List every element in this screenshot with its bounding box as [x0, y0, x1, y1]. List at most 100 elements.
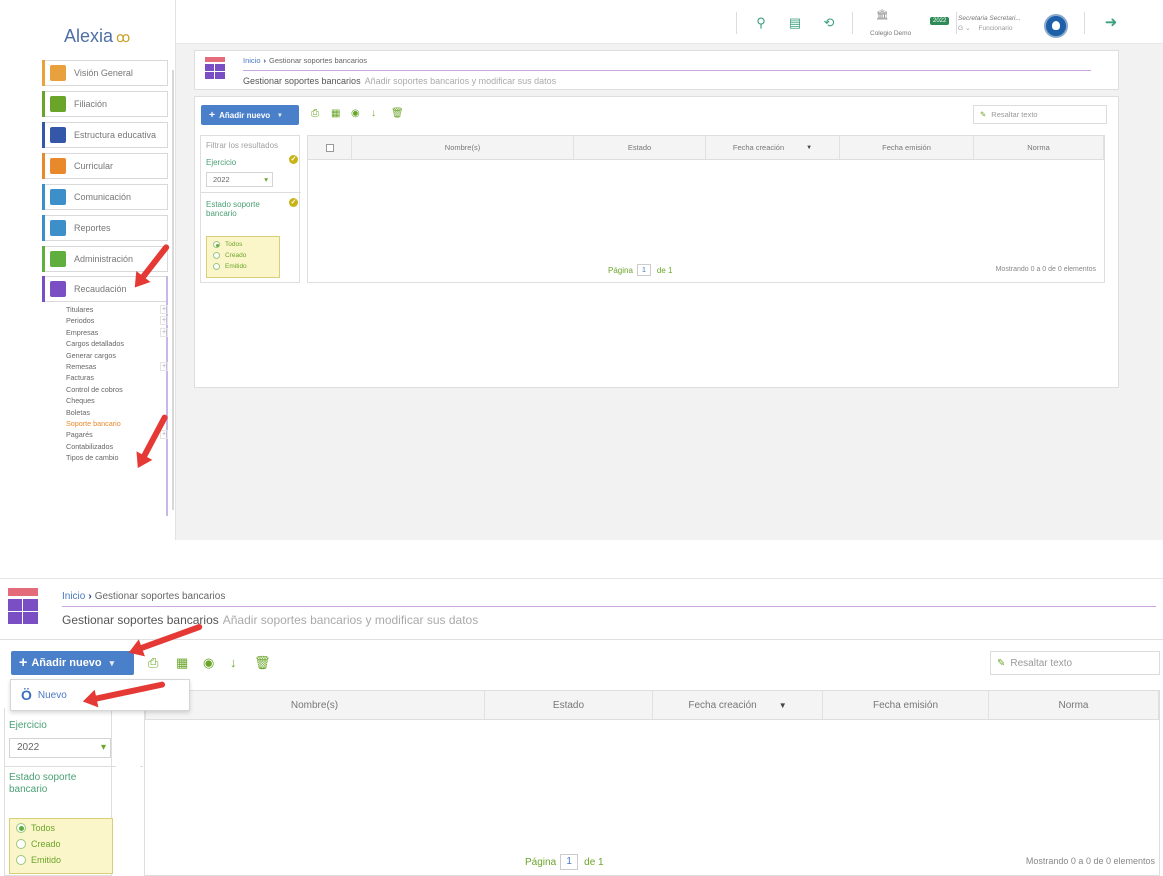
- column-header[interactable]: Norma: [989, 691, 1159, 719]
- sidebar-subitem[interactable]: Generar cargos: [66, 350, 168, 361]
- sidebar-subitem-label: Titulares: [66, 305, 94, 314]
- view-icon[interactable]: ◉: [351, 108, 360, 119]
- sidebar-subitem[interactable]: Cargos detallados: [66, 338, 168, 349]
- radio-icon[interactable]: [213, 241, 220, 248]
- expand-icon[interactable]: +: [160, 305, 168, 314]
- sort-desc-icon[interactable]: ▼: [779, 701, 787, 710]
- column-header[interactable]: Estado: [574, 136, 706, 159]
- filter-input[interactable]: Filtrar los resultados: [206, 141, 278, 150]
- document-icon[interactable]: ▤: [788, 16, 802, 30]
- breadcrumb-arrow-icon: ›: [263, 56, 267, 65]
- sidebar-subitem[interactable]: Soporte bancario: [66, 418, 168, 429]
- radio-icon[interactable]: [16, 855, 26, 865]
- sidebar-subitem[interactable]: Facturas: [66, 372, 168, 383]
- breadcrumb-home[interactable]: Inicio: [62, 591, 85, 602]
- sidebar-subitem[interactable]: Tipos de cambio: [66, 452, 168, 463]
- sidebar-subitem[interactable]: Boletas: [66, 407, 168, 418]
- ejercicio-select[interactable]: 2022 ▾: [9, 738, 111, 758]
- sidebar-subitem[interactable]: Cheques: [66, 395, 168, 406]
- sidebar-subitem-label: Cargos detallados: [66, 339, 124, 349]
- radio-option[interactable]: Emitido: [16, 855, 61, 865]
- radio-label: Todos: [225, 241, 243, 248]
- column-header[interactable]: Estado: [485, 691, 653, 719]
- grid-header: Nombre(s) Estado Fecha creación ▼ Fecha emis…: [145, 691, 1159, 720]
- filter-panel-edge: [116, 708, 140, 876]
- sidebar-scrollbar[interactable]: [172, 70, 174, 510]
- generate-icon[interactable]: ▦: [331, 108, 340, 119]
- column-header[interactable]: Fecha creación ▼: [706, 136, 840, 159]
- radio-label: Emitido: [225, 263, 247, 270]
- breadcrumb-current: Gestionar soportes bancarios: [94, 591, 226, 602]
- sidebar-subitem[interactable]: Remesas +: [66, 361, 168, 372]
- radio-label: Todos: [31, 823, 56, 833]
- column-header[interactable]: Fecha emisión: [840, 136, 974, 159]
- view-icon[interactable]: ◉: [203, 655, 214, 671]
- sidebar-subitem[interactable]: Titulares +: [66, 304, 168, 315]
- estado-label: Estado soporte bancario: [9, 772, 77, 795]
- menu-item-nuevo[interactable]: Nuevo: [38, 690, 67, 701]
- radio-option[interactable]: Todos: [16, 823, 55, 833]
- radio-option[interactable]: Creado: [16, 839, 61, 849]
- avatar[interactable]: [1044, 14, 1068, 38]
- user-role: G ⌄ Funcionario: [958, 25, 1013, 32]
- column-header[interactable]: Nombre(s): [145, 691, 485, 719]
- estado-radio-group: Todos Creado Emitido: [206, 236, 280, 278]
- estado-radio-group: Todos Creado Emitido: [9, 818, 113, 874]
- sidebar-item-7[interactable]: Recaudación: [42, 276, 168, 302]
- download-icon[interactable]: ↓: [230, 655, 237, 670]
- export-icon[interactable]: ⎙: [311, 108, 319, 119]
- history-icon[interactable]: ⟲: [822, 16, 836, 30]
- sidebar-item-4[interactable]: Comunicación: [42, 184, 168, 210]
- search-icon[interactable]: ⚲: [754, 16, 768, 30]
- sidebar-subitem-label: Soporte bancario: [66, 418, 121, 428]
- column-header[interactable]: Fecha creación ▼: [653, 691, 823, 719]
- year-badge[interactable]: 2022: [930, 17, 950, 25]
- logout-icon[interactable]: ➜: [1104, 15, 1118, 30]
- trash-icon[interactable]: 🗑: [391, 108, 404, 119]
- select-all-checkbox[interactable]: [325, 143, 334, 152]
- ejercicio-select[interactable]: 2022 ▾: [206, 172, 273, 187]
- add-new-button[interactable]: + Añadir nuevo ▾: [11, 651, 134, 675]
- highlight-text-input[interactable]: ✎ Resaltar texto: [973, 105, 1107, 124]
- sort-desc-icon[interactable]: ▼: [806, 145, 812, 151]
- school-name[interactable]: Colegio Demo: [870, 30, 911, 37]
- radio-icon[interactable]: [213, 263, 220, 270]
- sidebar-item-icon: [50, 96, 66, 112]
- breadcrumb-home[interactable]: Inicio: [243, 56, 261, 65]
- sidebar-subitem[interactable]: Periodos +: [66, 315, 168, 326]
- radio-option[interactable]: Creado: [213, 252, 246, 259]
- sidebar-item-accent: [42, 122, 45, 148]
- radio-icon[interactable]: [16, 839, 26, 849]
- sidebar-item-5[interactable]: Reportes: [42, 215, 168, 241]
- radio-option[interactable]: Todos: [213, 241, 242, 248]
- expand-icon[interactable]: +: [160, 361, 168, 371]
- page-number-input[interactable]: 1: [636, 264, 651, 276]
- column-header[interactable]: Nombre(s): [352, 136, 574, 159]
- sidebar-item-0[interactable]: Visión General: [42, 60, 168, 86]
- sidebar-item-2[interactable]: Estructura educativa: [42, 122, 168, 148]
- radio-icon[interactable]: [16, 823, 26, 833]
- page-number-input[interactable]: 1: [560, 854, 579, 870]
- expand-icon[interactable]: +: [160, 430, 168, 440]
- sidebar-item-1[interactable]: Filiación: [42, 91, 168, 117]
- column-header[interactable]: Fecha emisión: [823, 691, 989, 719]
- sidebar-subitem[interactable]: Empresas +: [66, 327, 168, 338]
- pager: Página 1 de 1: [525, 854, 604, 870]
- generate-icon[interactable]: ▦: [176, 655, 188, 671]
- radio-icon[interactable]: [213, 252, 220, 259]
- title-divider: [62, 606, 1156, 607]
- highlight-text-input[interactable]: ✎ Resaltar texto: [990, 651, 1160, 675]
- download-icon[interactable]: ↓: [371, 108, 376, 119]
- sidebar-item-3[interactable]: Curricular: [42, 153, 168, 179]
- export-icon[interactable]: ⎙: [148, 655, 158, 671]
- expand-icon[interactable]: +: [160, 316, 168, 326]
- sidebar-item-accent: [42, 153, 45, 179]
- trash-icon[interactable]: 🗑: [254, 655, 271, 671]
- sidebar-subitem[interactable]: Control de cobros: [66, 384, 168, 395]
- column-header[interactable]: Norma: [974, 136, 1104, 159]
- results-grid: Nombre(s) Estado Fecha creación ▼ Fecha emis…: [144, 690, 1160, 876]
- expand-icon[interactable]: +: [160, 327, 168, 337]
- radio-option[interactable]: Emitido: [213, 263, 247, 270]
- breadcrumb: Inicio › Gestionar soportes bancarios: [243, 56, 367, 65]
- add-new-button[interactable]: + Añadir nuevo ▾: [201, 105, 299, 125]
